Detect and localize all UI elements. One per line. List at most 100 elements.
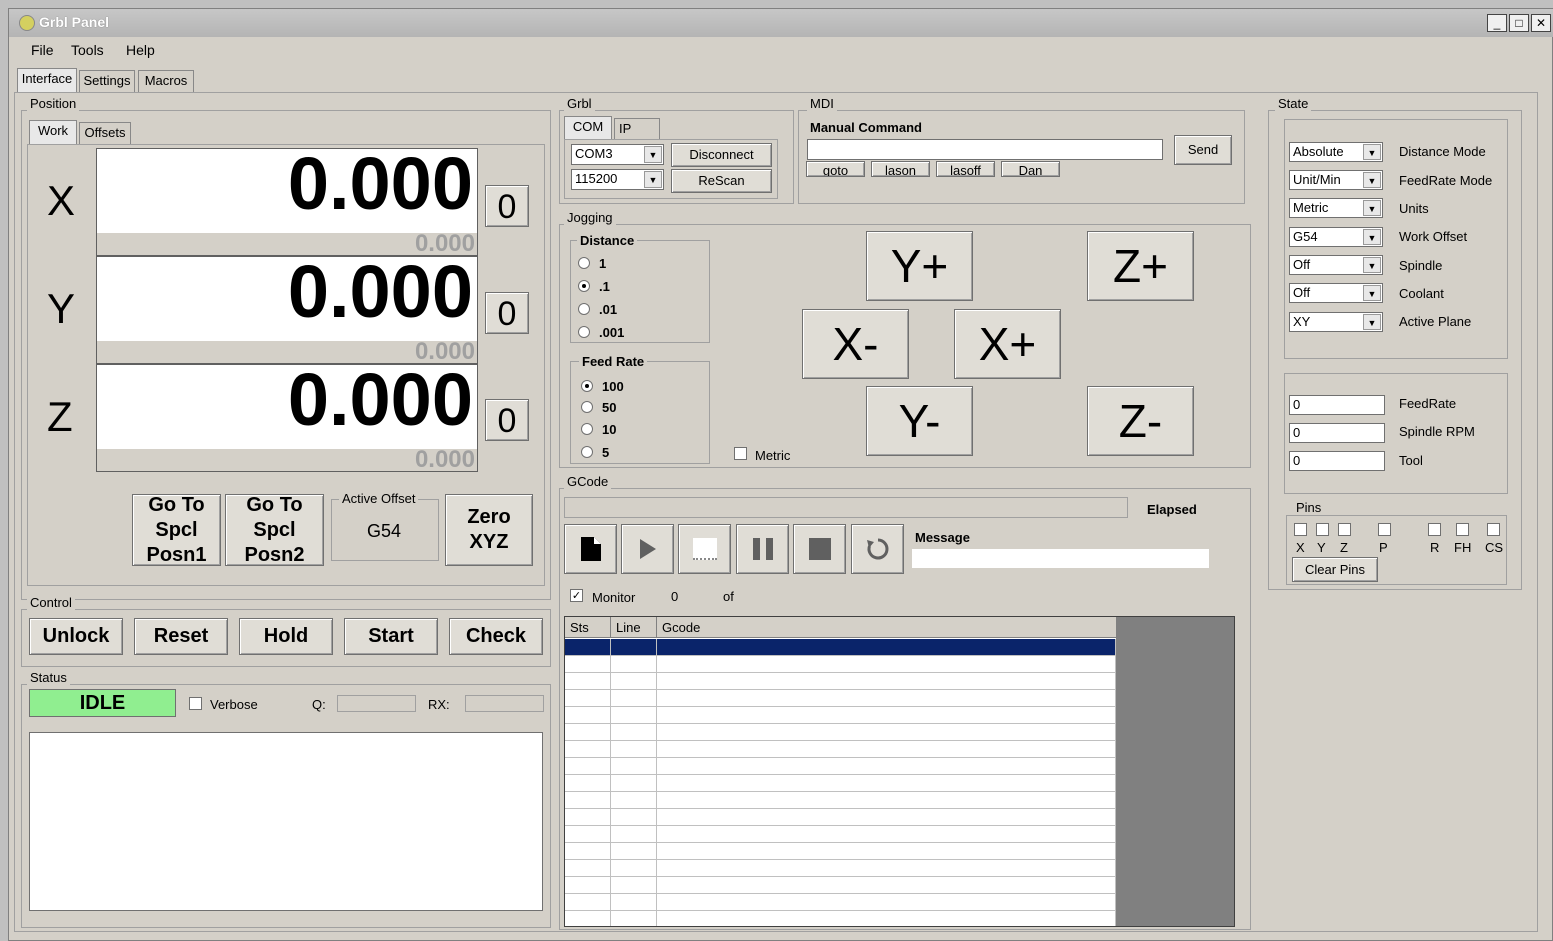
- tab-ip[interactable]: IP: [614, 118, 660, 140]
- table-row[interactable]: [565, 809, 1116, 826]
- col-line[interactable]: Line: [611, 617, 657, 638]
- col-sts[interactable]: Sts: [565, 617, 611, 638]
- pause-button[interactable]: [736, 524, 789, 574]
- menu-tools[interactable]: Tools: [71, 42, 104, 58]
- distance-radio-4[interactable]: [578, 326, 590, 338]
- clear-pins-button[interactable]: Clear Pins: [1292, 557, 1378, 582]
- open-file-button[interactable]: [564, 524, 617, 574]
- table-row[interactable]: [565, 911, 1116, 926]
- table-row[interactable]: [565, 656, 1116, 673]
- coolant-select[interactable]: Off ▼: [1289, 283, 1383, 303]
- check-button[interactable]: Check: [449, 618, 543, 655]
- feed-radio-10[interactable]: [581, 423, 593, 435]
- table-row[interactable]: [565, 690, 1116, 707]
- maximize-button[interactable]: □: [1509, 14, 1529, 32]
- tab-settings[interactable]: Settings: [79, 70, 135, 92]
- table-row[interactable]: [565, 843, 1116, 860]
- units-select[interactable]: Metric ▼: [1289, 198, 1383, 218]
- baud-select[interactable]: 115200 ▼: [571, 169, 664, 190]
- table-row[interactable]: [565, 860, 1116, 877]
- close-button[interactable]: ✕: [1531, 14, 1551, 32]
- file-icon: [580, 537, 601, 561]
- feed-label-10: 10: [602, 422, 617, 437]
- active-plane-select[interactable]: XY ▼: [1289, 312, 1383, 332]
- hold-button[interactable]: Hold: [239, 618, 333, 655]
- gcode-grid[interactable]: Sts Line Gcode: [564, 616, 1235, 927]
- step-icon: [692, 538, 717, 560]
- reload-button[interactable]: [851, 524, 904, 574]
- jog-x-plus-button[interactable]: X+: [954, 309, 1061, 379]
- title-bar[interactable]: Grbl Panel _ □ ✕: [9, 9, 1553, 37]
- dro-z-machine: 0.000: [414, 446, 475, 473]
- unlock-button[interactable]: Unlock: [29, 618, 123, 655]
- table-cell: [657, 792, 1116, 809]
- status-log[interactable]: [29, 732, 543, 911]
- table-row[interactable]: [565, 707, 1116, 724]
- feed-radio-5[interactable]: [581, 446, 593, 458]
- rescan-button[interactable]: ReScan: [671, 169, 772, 193]
- jog-z-plus-button[interactable]: Z+: [1087, 231, 1194, 301]
- spindle-select[interactable]: Off ▼: [1289, 255, 1383, 275]
- step-button[interactable]: [678, 524, 731, 574]
- feed-radio-100[interactable]: [581, 380, 593, 392]
- jog-x-minus-button[interactable]: X-: [802, 309, 909, 379]
- jog-y-minus-button[interactable]: Y-: [866, 386, 973, 456]
- stop-button[interactable]: [793, 524, 846, 574]
- metric-checkbox[interactable]: [734, 447, 747, 460]
- goto-spcl-posn1-button[interactable]: Go To Spcl Posn1: [132, 494, 221, 566]
- table-row[interactable]: [565, 826, 1116, 843]
- jog-y-plus-button[interactable]: Y+: [866, 231, 973, 301]
- manual-command-input[interactable]: [807, 139, 1163, 160]
- table-row[interactable]: [565, 673, 1116, 690]
- distance-label-1: 1: [599, 256, 607, 271]
- menu-file[interactable]: File: [31, 42, 54, 58]
- distance-radio-1[interactable]: [578, 257, 590, 269]
- table-row[interactable]: [565, 639, 1116, 656]
- table-row[interactable]: [565, 792, 1116, 809]
- monitor-checkbox[interactable]: ✓: [570, 589, 583, 602]
- chevron-down-icon: ▼: [1363, 172, 1381, 188]
- distance-mode-select[interactable]: Absolute ▼: [1289, 142, 1383, 162]
- minimize-button[interactable]: _: [1487, 14, 1507, 32]
- table-cell: [657, 690, 1116, 707]
- table-row[interactable]: [565, 724, 1116, 741]
- table-row[interactable]: [565, 877, 1116, 894]
- distance-radio-2[interactable]: [578, 280, 590, 292]
- send-button[interactable]: Send: [1174, 135, 1232, 165]
- feedrate-mode-select[interactable]: Unit/Min ▼: [1289, 170, 1383, 190]
- reset-button[interactable]: Reset: [134, 618, 228, 655]
- distance-radio-3[interactable]: [578, 303, 590, 315]
- macro-dan-button[interactable]: Dan: [1001, 161, 1060, 177]
- verbose-checkbox[interactable]: [189, 697, 202, 710]
- macro-lasoff-button[interactable]: lasoff: [936, 161, 995, 177]
- zero-z-button[interactable]: 0: [485, 399, 529, 441]
- chevron-down-icon: ▼: [644, 146, 662, 163]
- menu-help[interactable]: Help: [126, 42, 155, 58]
- tab-interface[interactable]: Interface: [17, 68, 77, 92]
- table-row[interactable]: [565, 894, 1116, 911]
- disconnect-button[interactable]: Disconnect: [671, 143, 772, 167]
- tab-work[interactable]: Work: [29, 120, 77, 144]
- table-row[interactable]: [565, 741, 1116, 758]
- feed-radio-50[interactable]: [581, 401, 593, 413]
- col-gcode[interactable]: Gcode: [657, 617, 1116, 638]
- zero-xyz-button[interactable]: Zero XYZ: [445, 494, 533, 566]
- start-button[interactable]: Start: [344, 618, 438, 655]
- macro-goto-button[interactable]: goto: [806, 161, 865, 177]
- work-offset-select[interactable]: G54 ▼: [1289, 227, 1383, 247]
- tab-com[interactable]: COM: [564, 116, 612, 140]
- metric-label: Metric: [755, 448, 791, 463]
- play-button[interactable]: [621, 524, 674, 574]
- tab-offsets[interactable]: Offsets: [79, 122, 131, 144]
- port-select[interactable]: COM3 ▼: [571, 144, 664, 165]
- q-label: Q:: [312, 697, 326, 712]
- table-row[interactable]: [565, 758, 1116, 775]
- macro-lason-button[interactable]: lason: [871, 161, 930, 177]
- tab-macros[interactable]: Macros: [138, 70, 194, 92]
- jog-z-minus-button[interactable]: Z-: [1087, 386, 1194, 456]
- zero-y-button[interactable]: 0: [485, 292, 529, 334]
- zero-x-button[interactable]: 0: [485, 185, 529, 227]
- goto-spcl-posn2-button[interactable]: Go To Spcl Posn2: [225, 494, 324, 566]
- axis-y-label: Y: [47, 285, 76, 332]
- table-row[interactable]: [565, 775, 1116, 792]
